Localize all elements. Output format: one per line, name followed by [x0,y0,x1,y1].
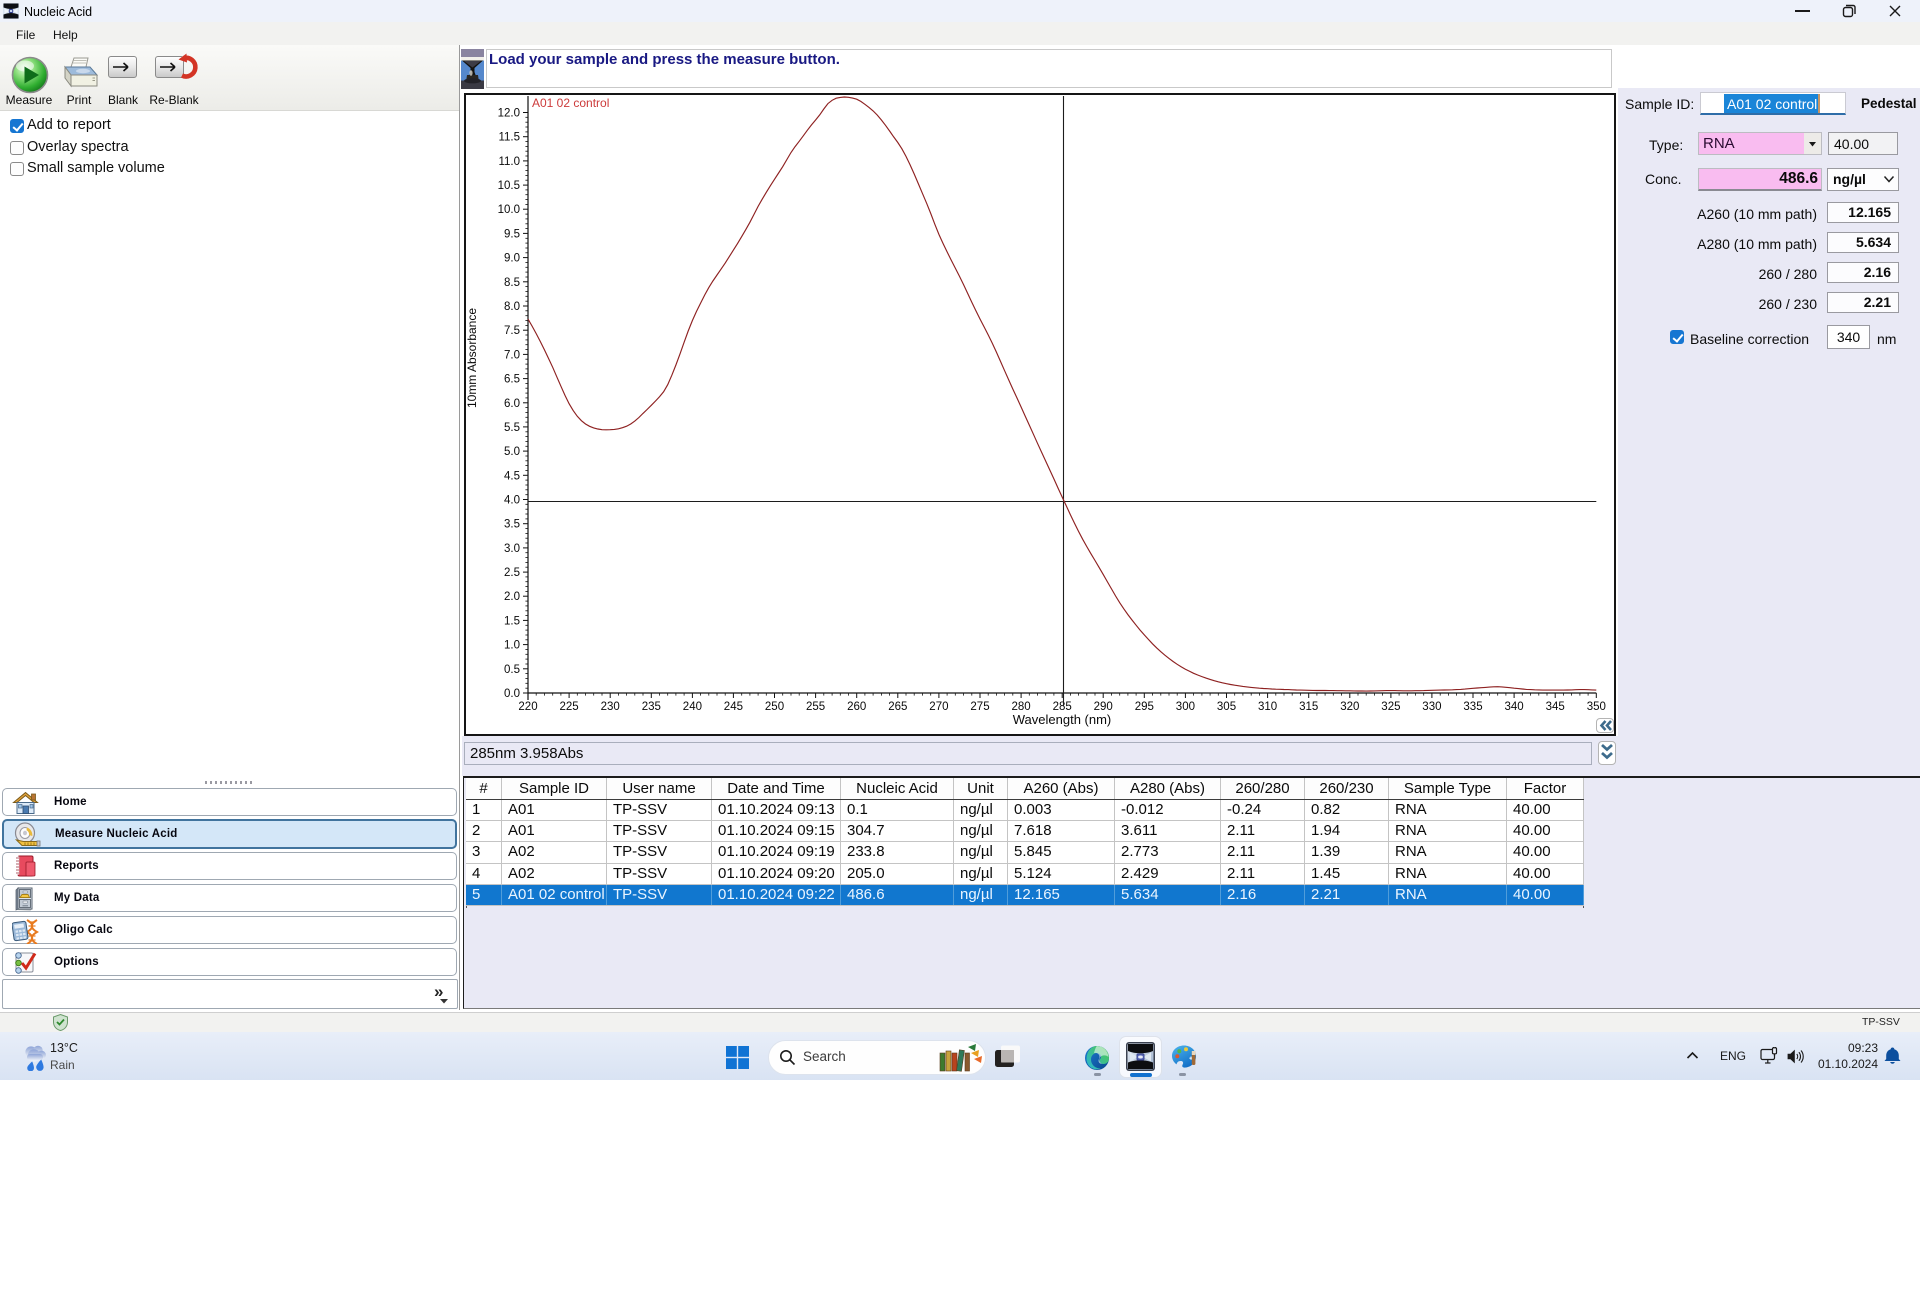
svg-text:245: 245 [724,701,743,713]
svg-text:9.5: 9.5 [504,228,520,240]
svg-text:315: 315 [1299,701,1318,713]
svg-text:8.0: 8.0 [504,301,520,313]
svg-text:6.0: 6.0 [504,398,520,410]
svg-text:320: 320 [1340,701,1359,713]
svg-text:240: 240 [683,701,702,713]
svg-text:340: 340 [1505,701,1524,713]
svg-text:9.0: 9.0 [504,253,520,265]
svg-text:0.5: 0.5 [504,664,520,676]
svg-text:345: 345 [1546,701,1565,713]
svg-text:11.5: 11.5 [498,132,520,144]
svg-text:300: 300 [1176,701,1195,713]
svg-text:3.0: 3.0 [504,543,520,555]
svg-text:1.5: 1.5 [504,615,520,627]
svg-text:10mm Absorbance: 10mm Absorbance [465,308,479,408]
svg-text:4.0: 4.0 [504,495,520,507]
svg-text:6.5: 6.5 [504,374,520,386]
svg-text:235: 235 [642,701,661,713]
svg-text:250: 250 [765,701,784,713]
svg-text:335: 335 [1463,701,1482,713]
svg-text:220: 220 [518,701,537,713]
svg-text:325: 325 [1381,701,1400,713]
svg-text:270: 270 [929,701,948,713]
svg-text:330: 330 [1422,701,1441,713]
svg-text:3.5: 3.5 [504,519,520,531]
svg-text:12.0: 12.0 [498,108,520,120]
svg-text:230: 230 [601,701,620,713]
svg-text:8.5: 8.5 [504,277,520,289]
svg-text:Wavelength (nm): Wavelength (nm) [1013,712,1112,727]
svg-text:10.5: 10.5 [498,180,520,192]
svg-text:350: 350 [1587,701,1606,713]
svg-text:1.0: 1.0 [504,640,520,652]
svg-text:11.0: 11.0 [498,156,520,168]
svg-text:260: 260 [847,701,866,713]
svg-text:10.0: 10.0 [498,204,520,216]
svg-text:5.5: 5.5 [504,422,520,434]
svg-text:0.0: 0.0 [504,688,520,700]
svg-text:2.5: 2.5 [504,567,520,579]
svg-text:7.5: 7.5 [504,325,520,337]
svg-text:5.0: 5.0 [504,446,520,458]
svg-text:4.5: 4.5 [504,470,520,482]
svg-text:A01 02 control: A01 02 control [532,96,609,110]
svg-text:255: 255 [806,701,825,713]
svg-text:295: 295 [1135,701,1154,713]
svg-text:265: 265 [888,701,907,713]
svg-text:275: 275 [970,701,989,713]
svg-text:225: 225 [560,701,579,713]
svg-text:7.0: 7.0 [504,349,520,361]
svg-text:305: 305 [1217,701,1236,713]
svg-text:310: 310 [1258,701,1277,713]
svg-text:2.0: 2.0 [504,591,520,603]
